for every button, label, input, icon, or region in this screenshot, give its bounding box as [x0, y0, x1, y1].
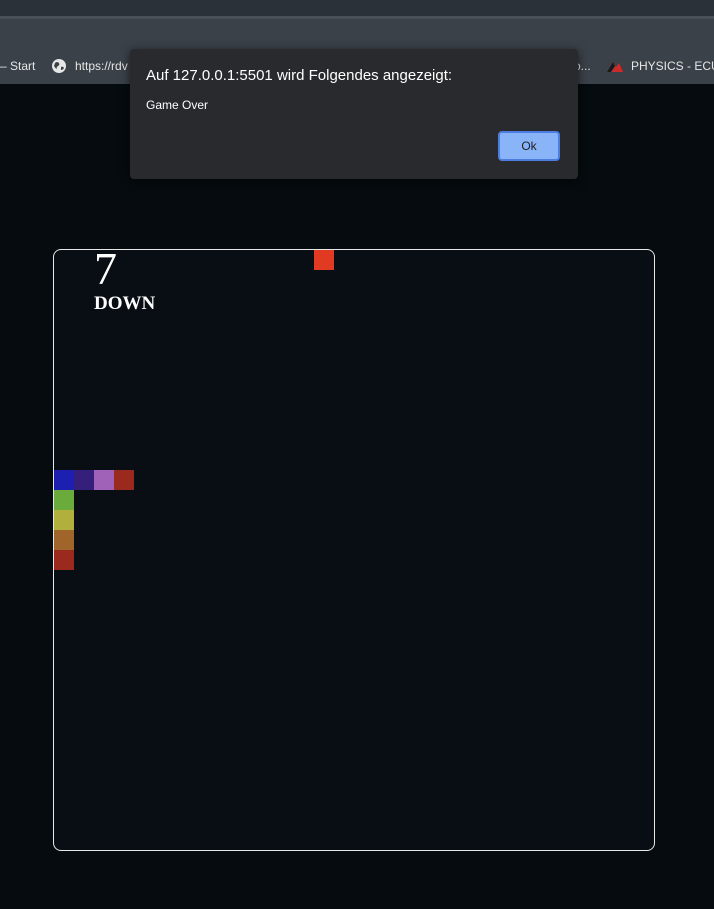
bookmark-url[interactable]: https://rdv: [75, 59, 128, 73]
bookmark-physics[interactable]: PHYSICS - ECU I: [631, 59, 714, 73]
snake-segment: [54, 550, 74, 570]
dialog-message: Game Over: [146, 98, 209, 112]
snake-segment: [54, 490, 74, 510]
dialog-title: Auf 127.0.0.1:5501 wird Folgendes angeze…: [146, 67, 453, 84]
bookmark-start[interactable]: – Start: [0, 59, 35, 73]
globe-icon: [51, 58, 67, 77]
snake-segment: [94, 470, 114, 490]
snake-segment: [114, 470, 134, 490]
alert-dialog: Auf 127.0.0.1:5501 wird Folgendes angeze…: [130, 49, 578, 179]
snake-segment: [54, 530, 74, 550]
direction-display: DOWN: [94, 293, 156, 314]
game-board: 7 DOWN: [53, 249, 655, 851]
snake-segment: [74, 470, 94, 490]
score-display: 7: [94, 249, 117, 294]
browser-tab-strip: [0, 0, 714, 16]
physics-logo-icon: [606, 58, 624, 77]
browser-toolbar: [0, 19, 714, 49]
snake-segment: [54, 470, 74, 490]
food-cell: [314, 250, 334, 270]
snake-segment: [54, 510, 74, 530]
ok-button[interactable]: Ok: [498, 131, 560, 161]
